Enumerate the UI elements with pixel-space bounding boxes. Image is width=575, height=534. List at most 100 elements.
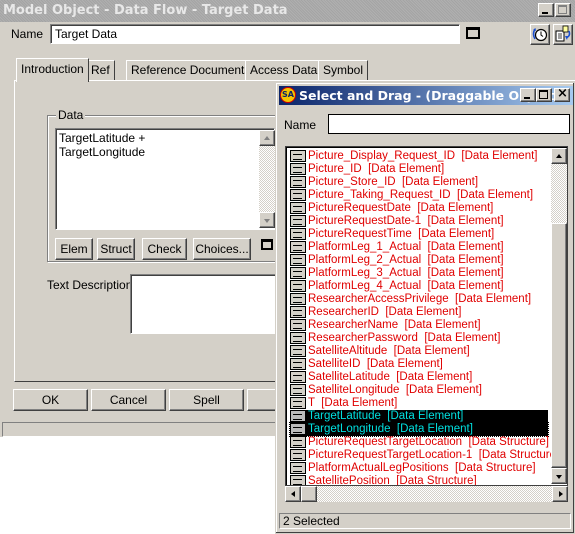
tab-access-data[interactable]: Access Data (245, 60, 323, 80)
item-type: [Data Element] (456, 189, 534, 201)
tab-introduction[interactable]: Introduction (16, 58, 89, 82)
popup-minimize-button[interactable] (520, 88, 536, 102)
list-item[interactable]: PictureRequestTime [Data Element] (290, 228, 494, 241)
list-item[interactable]: Picture_Taking_Request_ID [Data Element] (290, 189, 533, 202)
choices-button[interactable]: Choices... (193, 238, 251, 260)
name-label: Name (11, 27, 44, 41)
data-scrollbar[interactable] (259, 130, 275, 228)
list-item[interactable]: TargetLatitude [Data Element] (290, 410, 548, 423)
data-object-icon (290, 241, 306, 253)
item-name: SatelliteLatitude (308, 371, 390, 383)
list-item[interactable]: Picture_Display_Request_ID [Data Element… (290, 150, 538, 163)
data-expand-button[interactable] (261, 239, 273, 250)
cancel-button[interactable]: Cancel (91, 389, 166, 411)
draggable-objects-list[interactable]: Picture_Display_Request_ID [Data Element… (285, 146, 568, 486)
tab-label: Ref (91, 63, 110, 77)
item-type: [Data Structure] (468, 436, 550, 448)
data-object-icon (290, 228, 306, 240)
list-item[interactable]: SatelliteID [Data Element] (290, 358, 443, 371)
list-item[interactable]: PlatformLeg_2_Actual [Data Element] (290, 254, 504, 267)
list-item[interactable]: T [Data Element] (290, 397, 397, 410)
elem-button[interactable]: Elem (55, 238, 93, 260)
list-hscroll-thumb[interactable] (301, 486, 317, 502)
popup-name-input[interactable] (328, 114, 570, 134)
list-item[interactable]: SatelliteLatitude [Data Element] (290, 371, 472, 384)
transfer-button[interactable] (553, 24, 573, 45)
tab-symbol[interactable]: Symbol (318, 60, 369, 80)
list-hscrollbar[interactable] (285, 486, 568, 502)
struct-button[interactable]: Struct (97, 238, 135, 260)
list-item[interactable]: ResearcherID [Data Element] (290, 306, 461, 319)
arrow-down-icon (264, 219, 270, 223)
data-object-icon (290, 215, 306, 227)
button-label: Spell (193, 393, 220, 407)
list-item[interactable]: PictureRequestDate [Data Element] (290, 202, 493, 215)
list-item[interactable]: ResearcherAccessPrivilege [Data Element] (290, 293, 531, 306)
popup-maximize-button[interactable] (536, 88, 552, 102)
document-transfer-icon (555, 25, 571, 42)
item-name: PictureRequestTime (308, 228, 412, 240)
item-type: [Data Element] (385, 306, 462, 318)
list-item[interactable]: PictureRequestTargetLocation [Data Struc… (290, 436, 549, 449)
list-item[interactable]: Picture_Store_ID [Data Element] (290, 176, 478, 189)
name-expand-button[interactable] (466, 27, 480, 39)
list-scroll-right-button[interactable] (552, 486, 568, 502)
data-object-icon (290, 280, 306, 292)
spell-button[interactable]: Spell (169, 389, 244, 411)
list-item[interactable]: PlatformLeg_3_Actual [Data Element] (290, 267, 504, 280)
name-input[interactable] (50, 24, 460, 44)
history-button[interactable] (530, 24, 550, 45)
popup-close-button[interactable]: × (554, 87, 570, 102)
list-scroll-up-button[interactable] (551, 148, 567, 164)
item-type: [Data Element] (366, 358, 443, 370)
list-item[interactable]: SatelliteAltitude [Data Element] (290, 345, 470, 358)
item-type: [Data Element] (427, 267, 504, 279)
list-scroll-thumb[interactable] (551, 223, 567, 468)
list-item[interactable]: ResearcherName [Data Element] (290, 319, 481, 332)
list-scroll-left-button[interactable] (285, 486, 301, 502)
tab-reference-documents[interactable]: Reference Documents (126, 60, 256, 80)
item-type: [Data Element] (418, 228, 495, 240)
item-type: [Data Structure] (478, 449, 560, 461)
list-item[interactable]: PlatformLeg_4_Actual [Data Element] (290, 280, 504, 293)
arrow-right-icon (559, 491, 563, 497)
list-item[interactable]: PictureRequestTargetLocation-1 [Data Str… (290, 449, 559, 462)
button-label: Cancel (109, 393, 148, 407)
check-button[interactable]: Check (142, 238, 187, 260)
ok-button[interactable]: OK (13, 389, 88, 411)
list-item[interactable]: PlatformLeg_1_Actual [Data Element] (290, 241, 504, 254)
item-type: [Data Element] (427, 215, 504, 227)
item-name: ResearcherName (308, 319, 399, 331)
data-textarea[interactable]: TargetLatitude + TargetLongitude (55, 128, 275, 230)
list-item[interactable]: Picture_ID [Data Element] (290, 163, 444, 176)
scroll-up-button[interactable] (259, 130, 275, 146)
text-description-input[interactable] (130, 274, 290, 334)
list-item[interactable]: TargetLongitude [Data Element] (289, 422, 549, 437)
button-label: OK (41, 393, 60, 407)
list-item[interactable]: SatellitePosition [Data Structure] (290, 475, 477, 485)
arrow-down-icon (556, 475, 562, 479)
item-name: PictureRequestDate (308, 202, 411, 214)
tab-ref[interactable]: Ref (86, 60, 115, 80)
list-item[interactable]: ResearcherPassword [Data Element] (290, 332, 500, 345)
data-object-icon (290, 306, 306, 318)
main-title-bar[interactable]: Model Object - Data Flow - Target Data (0, 0, 575, 22)
button-label: Check (147, 242, 182, 256)
data-object-icon (290, 384, 306, 396)
list-item[interactable]: PictureRequestDate-1 [Data Element] (290, 215, 504, 228)
list-item[interactable]: PlatformActualLegPositions [Data Structu… (290, 462, 536, 475)
item-type: [Data Element] (427, 280, 504, 292)
list-item[interactable]: SatelliteLongitude [Data Element] (290, 384, 482, 397)
minimize-button[interactable] (538, 3, 554, 17)
maximize-button[interactable] (555, 3, 571, 17)
item-name: TargetLongitude (308, 423, 391, 435)
item-name: Picture_Display_Request_ID (308, 150, 456, 162)
data-group-label: Data (56, 108, 86, 122)
list-scroll-down-button[interactable] (551, 468, 567, 484)
item-name: ResearcherID (308, 306, 379, 318)
clock-refresh-icon (532, 28, 548, 42)
list-vscrollbar[interactable] (551, 148, 567, 484)
scroll-down-button[interactable] (259, 212, 275, 228)
item-type: [Data Element] (405, 384, 482, 396)
data-object-icon (290, 254, 306, 266)
